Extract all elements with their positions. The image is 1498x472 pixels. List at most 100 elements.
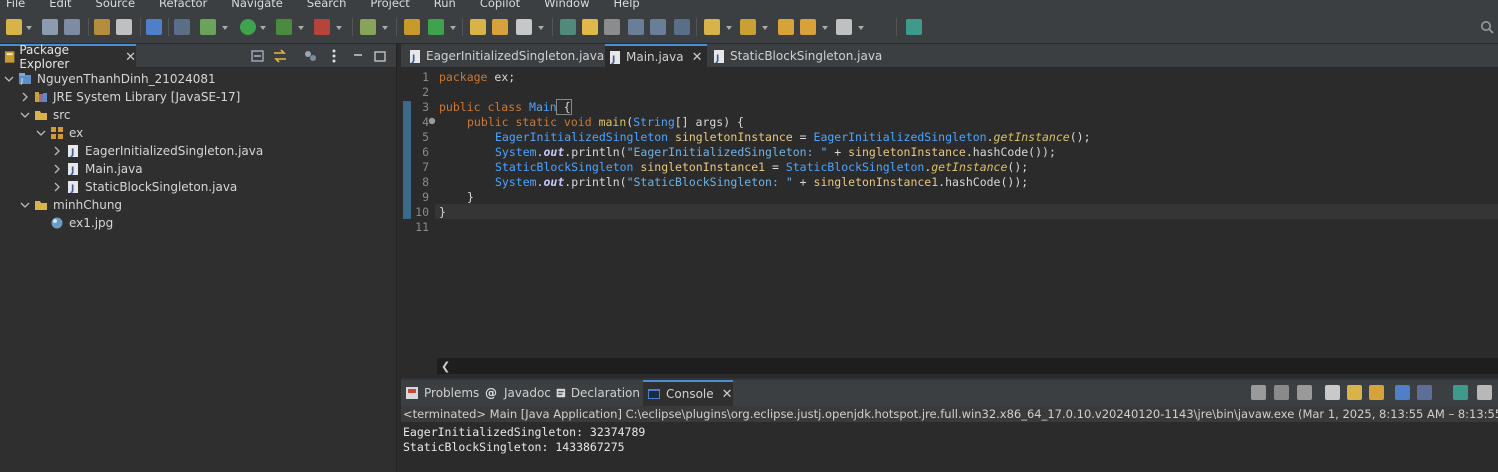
toggle-breadcrumb-icon[interactable]	[604, 19, 620, 35]
new-class-dropdown-icon[interactable]	[450, 26, 456, 30]
back-dropdown-icon[interactable]	[822, 26, 828, 30]
tree-item-eager-file[interactable]: J EagerInitializedSingleton.java	[52, 142, 263, 160]
skip-breakpoints-icon[interactable]	[174, 19, 190, 35]
view-menu-icon[interactable]	[326, 48, 342, 64]
back-icon[interactable]	[800, 19, 816, 35]
new-package-icon[interactable]	[404, 19, 420, 35]
chevron-down-icon[interactable]	[36, 128, 46, 138]
scroll-lock-icon[interactable]	[1347, 385, 1362, 400]
remove-launch-icon[interactable]	[1274, 385, 1289, 400]
new-class-icon[interactable]	[428, 19, 444, 35]
search-dropdown-icon[interactable]	[538, 26, 544, 30]
forward-dropdown-icon[interactable]	[858, 26, 864, 30]
search-icon[interactable]	[1480, 20, 1494, 34]
toggle-highlight-icon[interactable]	[582, 19, 598, 35]
open-perspective-icon[interactable]	[906, 19, 922, 35]
menu-search[interactable]: Search	[307, 0, 347, 9]
maximize-icon[interactable]	[372, 48, 388, 64]
word-wrap-console-icon[interactable]	[1369, 385, 1384, 400]
block-selection-icon[interactable]	[628, 19, 644, 35]
external-tools-dropdown-icon[interactable]	[336, 26, 342, 30]
tab-main-java[interactable]: J Main.java ✕	[605, 44, 707, 68]
tab-declaration[interactable]: Declaration	[556, 380, 640, 406]
run-icon[interactable]	[240, 19, 256, 35]
last-edit-icon[interactable]	[778, 19, 794, 35]
menu-window[interactable]: Window	[544, 0, 589, 9]
focus-icon[interactable]	[302, 48, 318, 64]
previous-annotation-dropdown-icon[interactable]	[762, 26, 768, 30]
new-java-dropdown-icon[interactable]	[382, 26, 388, 30]
previous-annotation-icon[interactable]	[740, 19, 756, 35]
open-console-icon[interactable]	[1477, 385, 1492, 400]
remove-all-terminated-icon[interactable]	[1297, 385, 1312, 400]
tree-item-minhchung[interactable]: minhChung	[20, 196, 122, 214]
save-all-icon[interactable]	[64, 19, 80, 35]
terminal-icon[interactable]	[146, 19, 162, 35]
external-tools-icon[interactable]	[314, 19, 330, 35]
toggle-mark-occurrences-icon[interactable]	[560, 19, 576, 35]
menu-help[interactable]: Help	[613, 0, 639, 9]
chevron-right-icon[interactable]	[20, 92, 30, 102]
close-icon[interactable]: ✕	[692, 50, 703, 65]
tree-item-ex1-jpg[interactable]: ex1.jpg	[50, 214, 113, 232]
save-icon[interactable]	[42, 19, 58, 35]
show-stderr-icon[interactable]	[1417, 385, 1432, 400]
chevron-down-icon[interactable]	[20, 110, 30, 120]
tab-eager-initialized-singleton[interactable]: J EagerInitializedSingleton.java	[405, 44, 605, 68]
next-annotation-dropdown-icon[interactable]	[726, 26, 732, 30]
display-console-icon[interactable]	[1453, 385, 1468, 400]
close-icon[interactable]: ✕	[125, 50, 136, 65]
tree-item-jre[interactable]: JRE System Library [JavaSE-17]	[20, 88, 240, 106]
menu-edit[interactable]: Edit	[49, 0, 71, 9]
debug-icon[interactable]	[200, 19, 216, 35]
chevron-right-icon[interactable]	[52, 164, 62, 174]
next-annotation-icon[interactable]	[704, 19, 720, 35]
scroll-left-icon[interactable]: ❮	[441, 360, 450, 373]
menu-source[interactable]: Source	[96, 0, 136, 9]
coverage-dropdown-icon[interactable]	[298, 26, 304, 30]
new-icon[interactable]	[6, 19, 22, 35]
show-whitespace-icon[interactable]	[674, 19, 690, 35]
tree-item-package-ex[interactable]: ex	[36, 124, 83, 142]
chevron-down-icon[interactable]	[20, 200, 30, 210]
run-dropdown-icon[interactable]	[260, 26, 266, 30]
debug-dropdown-icon[interactable]	[222, 26, 228, 30]
chevron-right-icon[interactable]	[52, 146, 62, 156]
terminate-icon[interactable]	[1251, 385, 1266, 400]
open-type-icon[interactable]	[470, 19, 486, 35]
tab-problems[interactable]: Problems	[403, 380, 483, 406]
collapse-all-icon[interactable]	[250, 48, 266, 64]
tab-javadoc[interactable]: @ Javadoc	[485, 380, 555, 406]
coverage-icon[interactable]	[276, 19, 292, 35]
show-stdout-icon[interactable]	[1395, 385, 1410, 400]
tab-console[interactable]: Console ✕	[643, 380, 733, 406]
menu-copilot[interactable]: Copilot	[480, 0, 520, 9]
word-wrap-icon[interactable]	[650, 19, 666, 35]
tree-item-src[interactable]: src	[20, 106, 71, 124]
horizontal-scrollbar[interactable]: ❮	[437, 358, 1498, 374]
undo-icon[interactable]	[94, 19, 110, 35]
minimize-icon[interactable]	[350, 48, 366, 64]
menu-run[interactable]: Run	[434, 0, 456, 9]
new-java-project-icon[interactable]	[360, 19, 376, 35]
open-resource-icon[interactable]	[492, 19, 508, 35]
menu-navigate[interactable]: Navigate	[231, 0, 283, 9]
search-tool-icon[interactable]	[516, 19, 532, 35]
tree-item-main-file[interactable]: J Main.java	[52, 160, 143, 178]
code-area[interactable]: 1 2 3 4 5 6 7 8 9 10 11 package ex; publ…	[401, 68, 1498, 358]
menu-file[interactable]: File	[6, 0, 25, 9]
link-with-editor-icon[interactable]	[272, 48, 288, 64]
close-icon[interactable]: ✕	[722, 387, 733, 402]
chevron-right-icon[interactable]	[52, 182, 62, 192]
menu-refactor[interactable]: Refactor	[159, 0, 207, 9]
clear-console-icon[interactable]	[1325, 385, 1340, 400]
tree-item-static-file[interactable]: J StaticBlockSingleton.java	[52, 178, 237, 196]
tab-static-block-singleton[interactable]: J StaticBlockSingleton.java	[709, 44, 889, 68]
tree-item-project[interactable]: J NguyenThanhDinh_21024081	[4, 70, 216, 88]
tab-package-explorer[interactable]: Package Explorer ✕	[0, 43, 136, 71]
chevron-down-icon[interactable]	[4, 74, 14, 84]
fold-icon[interactable]	[428, 117, 436, 125]
forward-icon[interactable]	[836, 19, 852, 35]
menu-project[interactable]: Project	[370, 0, 409, 9]
redo-icon[interactable]	[116, 19, 132, 35]
